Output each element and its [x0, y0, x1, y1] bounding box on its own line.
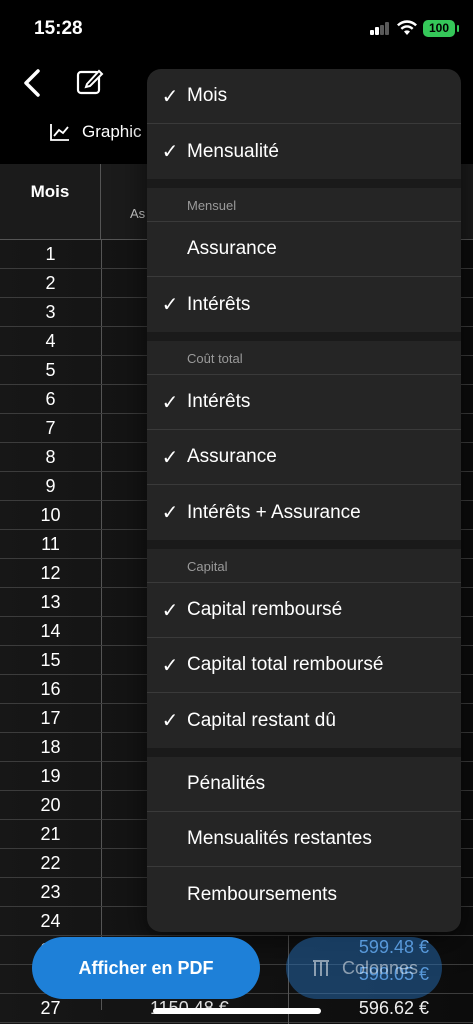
menu-item[interactable]: ✓ Mensualité: [147, 124, 461, 179]
month-cell: 13: [40, 592, 61, 612]
line-chart-icon: [50, 124, 69, 141]
month-cell: 19: [40, 766, 61, 786]
month-cell: 2: [45, 273, 56, 293]
menu-item[interactable]: ✓ Capital restant dû: [147, 693, 461, 748]
menu-item-label: Pénalités: [187, 773, 266, 794]
month-cell: 23: [40, 882, 61, 902]
menu-item-label: Remboursements: [187, 883, 337, 905]
checkmark-icon: ✓: [161, 85, 179, 108]
edit-icon[interactable]: [74, 66, 106, 98]
month-cell: 12: [40, 563, 61, 583]
columns-label: Colonnes: [341, 957, 419, 978]
column-header-partial: As: [130, 206, 146, 221]
month-cell: 24: [40, 911, 61, 931]
menu-section-header: Coût total: [147, 341, 461, 375]
cellular-signal-icon: [370, 22, 390, 35]
menu-item[interactable]: ✓ Mois: [147, 69, 461, 124]
menu-item[interactable]: ✓ Intérêts: [147, 375, 461, 430]
menu-item[interactable]: ✓ Capital total remboursé: [147, 638, 461, 693]
month-cell: 5: [45, 360, 56, 380]
menu-item[interactable]: ✓ Intérêts + Assurance: [147, 485, 461, 540]
checkmark-icon: ✓: [161, 654, 179, 677]
menu-item-label: Mois: [187, 85, 228, 106]
menu-separator: [147, 332, 461, 341]
menu-separator: [147, 748, 461, 757]
home-indicator: [153, 1008, 321, 1014]
month-cell: 17: [40, 708, 61, 728]
month-cell: 9: [45, 476, 56, 496]
menu-item-label: Capital total remboursé: [187, 654, 384, 675]
columns-dropdown-menu: ✓ Mois ✓ Mensualité Mensuel Assurance ✓ Intérêt…: [147, 69, 461, 932]
month-cell: 18: [40, 737, 61, 757]
checkmark-icon: ✓: [161, 294, 179, 316]
menu-separator: [147, 540, 461, 549]
month-cell: 8: [45, 447, 56, 467]
month-cell: 22: [40, 853, 61, 873]
menu-item-label: Intérêts: [187, 293, 251, 315]
battery-indicator: 100: [423, 20, 459, 37]
columns-icon: [312, 960, 329, 976]
month-cell: 21: [40, 824, 61, 844]
month-cell: 7: [45, 418, 56, 438]
menu-item-label: Intérêts: [187, 391, 251, 412]
menu-section-header: Mensuel: [147, 188, 461, 222]
menu-section-header: Capital: [147, 549, 461, 583]
menu-item-label: Assurance: [187, 446, 277, 467]
column-header-mois[interactable]: Mois: [0, 164, 101, 240]
wifi-icon: [397, 20, 417, 35]
menu-item-label: Capital restant dû: [187, 709, 336, 731]
menu-item-label: Intérêts + Assurance: [187, 501, 361, 523]
checkmark-icon: ✓: [161, 710, 179, 732]
menu-item[interactable]: ✓ Capital remboursé: [147, 583, 461, 638]
menu-item[interactable]: Remboursements: [147, 867, 461, 922]
checkmark-icon: ✓: [161, 391, 179, 414]
graphics-button[interactable]: Graphic: [50, 122, 142, 142]
menu-item[interactable]: ✓ Intérêts: [147, 277, 461, 332]
checkmark-icon: ✓: [161, 502, 179, 524]
month-cell: 11: [41, 534, 60, 554]
month-cell: 1: [45, 244, 56, 264]
graphics-label: Graphic: [82, 122, 142, 141]
month-cell: 6: [45, 389, 56, 409]
month-cell: 10: [40, 505, 61, 525]
menu-item[interactable]: Pénalités: [147, 757, 461, 812]
month-cell: 14: [40, 621, 61, 641]
month-cell: 4: [45, 331, 56, 351]
checkmark-icon: ✓: [161, 599, 179, 622]
status-bar: 15:28 100: [0, 0, 473, 56]
month-cell: 3: [45, 302, 56, 322]
month-cell: 16: [40, 679, 61, 699]
menu-item-label: Capital remboursé: [187, 599, 343, 620]
show-pdf-button[interactable]: Afficher en PDF: [32, 937, 260, 999]
menu-item-label: Mensualité: [187, 140, 279, 162]
status-time: 15:28: [34, 18, 83, 39]
menu-item-label: Assurance: [187, 238, 277, 259]
menu-item-label: Mensualités restantes: [187, 828, 372, 849]
checkmark-icon: ✓: [161, 446, 179, 469]
month-cell: 15: [40, 650, 61, 670]
menu-item[interactable]: Mensualités restantes: [147, 812, 461, 867]
menu-item[interactable]: Assurance: [147, 222, 461, 277]
columns-button[interactable]: Colonnes: [286, 937, 442, 999]
menu-item[interactable]: ✓ Assurance: [147, 430, 461, 485]
checkmark-icon: ✓: [161, 141, 179, 163]
month-cell: 20: [40, 795, 61, 815]
menu-separator: [147, 179, 461, 188]
back-chevron-icon[interactable]: [18, 66, 46, 100]
